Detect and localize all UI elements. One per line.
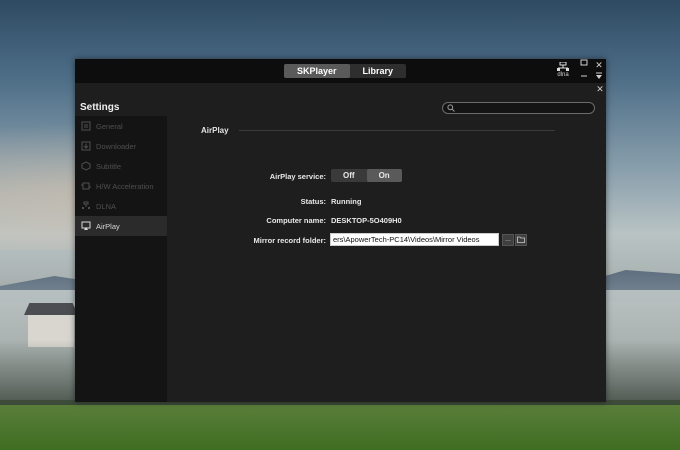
sidebar-item-label: General — [96, 121, 123, 131]
chip-icon — [80, 181, 91, 192]
settings-close-button[interactable]: ✕ — [594, 84, 606, 95]
open-folder-button[interactable] — [515, 234, 527, 246]
dlna-button[interactable]: dlna — [553, 62, 573, 82]
title-bar: SKPlayer Library dlna ✕ — [75, 59, 606, 83]
sidebar-item-downloader[interactable]: Downloader — [75, 136, 167, 156]
sidebar-item-label: Downloader — [96, 141, 137, 151]
search-icon — [447, 104, 455, 112]
status-value: Running — [331, 197, 362, 206]
tab-library[interactable]: Library — [350, 64, 407, 78]
close-window-button[interactable]: ✕ — [593, 60, 605, 70]
pin-button[interactable] — [593, 72, 605, 82]
mirror-folder-path-field[interactable]: ers\ApowerTech-PC14\Videos\Mirror Videos — [330, 233, 499, 246]
airplay-settings-content: AirPlay AirPlay service: Off On Status: … — [167, 116, 606, 402]
sidebar-item-label: DLNA — [96, 201, 117, 211]
sidebar-item-label: Subtitle — [96, 161, 122, 171]
general-icon — [80, 121, 91, 132]
skplayer-window: SKPlayer Library dlna ✕ ✕ Settings Gener… — [75, 59, 606, 402]
mirror-folder-label: Mirror record folder: — [253, 236, 326, 245]
pin-icon — [596, 72, 602, 79]
section-divider — [239, 130, 555, 131]
settings-sidebar: General Downloader Subtitle H/W Accelera… — [75, 116, 167, 402]
minimize-button[interactable] — [578, 59, 590, 69]
download-icon — [80, 141, 91, 152]
sidebar-item-label: AirPlay — [96, 221, 120, 231]
main-tabs: SKPlayer Library — [284, 64, 407, 78]
subtitle-icon — [80, 161, 91, 172]
computer-name-label: Computer name: — [266, 216, 326, 225]
sidebar-item-subtitle[interactable]: Subtitle — [75, 156, 167, 176]
sidebar-item-airplay[interactable]: AirPlay — [75, 216, 167, 236]
dlna-label: dlna — [557, 72, 569, 78]
computer-name-value: DESKTOP-5O409H0 — [331, 216, 402, 225]
settings-panel: ✕ Settings General Downloader Subtitle H… — [75, 83, 606, 402]
dlna-icon — [80, 201, 91, 212]
airplay-service-label: AirPlay service: — [269, 172, 326, 181]
browse-more-button[interactable]: ... — [502, 234, 514, 246]
sidebar-item-hw-acceleration[interactable]: H/W Acceleration — [75, 176, 167, 196]
sidebar-item-dlna[interactable]: DLNA — [75, 196, 167, 216]
airplay-off-button[interactable]: Off — [331, 169, 367, 182]
folder-open-icon — [517, 236, 525, 243]
minimize-dash-button[interactable] — [578, 71, 590, 81]
minimize-icon — [581, 75, 587, 77]
sidebar-item-label: H/W Acceleration — [96, 181, 154, 191]
dlna-icon — [557, 62, 569, 71]
tab-skplayer[interactable]: SKPlayer — [284, 64, 350, 78]
status-label: Status: — [300, 197, 326, 206]
restore-icon — [580, 59, 588, 66]
section-title: AirPlay — [201, 126, 229, 135]
airplay-service-toggle: Off On — [331, 169, 402, 182]
settings-search-input[interactable] — [442, 102, 595, 114]
sidebar-item-general[interactable]: General — [75, 116, 167, 136]
settings-title: Settings — [80, 102, 120, 113]
airplay-icon — [80, 221, 91, 232]
airplay-on-button[interactable]: On — [366, 169, 402, 182]
